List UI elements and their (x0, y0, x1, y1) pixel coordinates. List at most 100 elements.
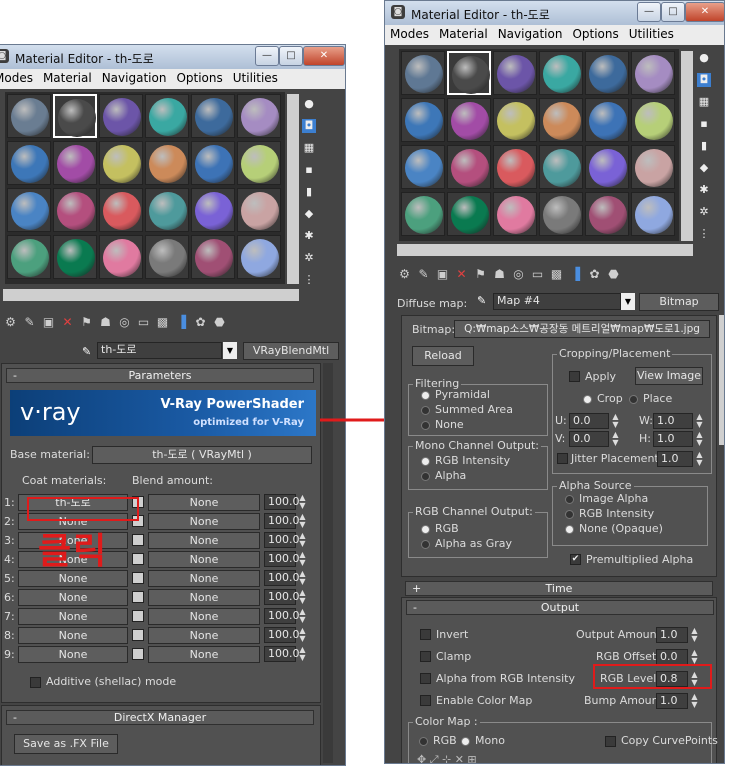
crop-radio[interactable] (583, 395, 592, 404)
blend-amount-spinner[interactable]: ▲ ▼ (298, 589, 307, 605)
video-check-icon[interactable]: ▮ (697, 139, 711, 153)
eyedropper-icon[interactable]: ✎ (82, 345, 91, 358)
material-slot[interactable] (237, 141, 281, 185)
invert-checkbox[interactable] (420, 629, 431, 640)
material-slot[interactable] (401, 98, 445, 142)
coat-color-swatch[interactable] (132, 534, 144, 546)
material-slot[interactable] (53, 141, 97, 185)
material-slot[interactable] (539, 145, 583, 189)
v-spinner[interactable]: ▲ ▼ (611, 431, 620, 447)
show-map-icon[interactable]: ▭ (134, 315, 153, 329)
put-to-scene-icon[interactable]: ✎ (20, 315, 39, 329)
blend-amount-spinner[interactable]: ▲ ▼ (298, 627, 307, 643)
color-map-rgb-radio[interactable] (419, 737, 428, 746)
menu-navigation[interactable]: Navigation (97, 69, 172, 87)
alpha_source-radio[interactable] (565, 495, 574, 504)
minimize-button[interactable]: — (255, 46, 279, 66)
coat-color-swatch[interactable] (132, 572, 144, 584)
coat-color-swatch[interactable] (132, 629, 144, 641)
material-slot[interactable] (539, 51, 583, 95)
close-button[interactable]: ✕ (303, 46, 345, 66)
filtering-radio[interactable] (421, 406, 430, 415)
view-image-button[interactable]: View Image (635, 367, 703, 385)
pick-material-icon[interactable]: ⬣ (604, 267, 623, 281)
backlight-icon[interactable]: ◘ (697, 73, 711, 87)
put-to-library-icon[interactable]: ☗ (490, 267, 509, 281)
menu-options[interactable]: Options (171, 69, 227, 87)
eyedropper-icon[interactable]: ✎ (477, 294, 486, 307)
rgb_channel-radio[interactable] (421, 525, 430, 534)
w-spinner[interactable]: ▲ ▼ (695, 413, 704, 429)
material-slot[interactable] (53, 94, 97, 138)
uv-tiling-icon[interactable]: ▪ (697, 117, 711, 131)
material-map-navigator-icon[interactable]: ⋮ (302, 273, 316, 287)
left-slots-vscroll[interactable] (287, 94, 299, 284)
coat-material-button[interactable]: None (18, 608, 128, 625)
background-icon[interactable]: ▦ (302, 141, 316, 155)
blend-map-button[interactable]: None (148, 589, 260, 606)
h-field[interactable]: 1.0 (653, 431, 693, 447)
options-icon[interactable]: ✱ (697, 183, 711, 197)
reload-button[interactable]: Reload (412, 346, 474, 366)
material-slot[interactable] (493, 51, 537, 95)
material-slot[interactable] (7, 141, 51, 185)
backlight-icon[interactable]: ◘ (302, 119, 316, 133)
material-slot[interactable] (447, 51, 491, 95)
coat-material-button[interactable]: None (18, 627, 128, 644)
blend-amount-field[interactable]: 100.0 (264, 513, 300, 529)
put-to-library-icon[interactable]: ☗ (96, 315, 115, 329)
left-slots-hscroll[interactable] (3, 289, 299, 301)
menu-navigation[interactable]: Navigation (493, 25, 568, 43)
blend-amount-field[interactable]: 100.0 (264, 570, 300, 586)
blend-amount-spinner[interactable]: ▲ ▼ (298, 494, 307, 510)
material-slot[interactable] (585, 51, 629, 95)
material-slot[interactable] (539, 98, 583, 142)
go-sibling-icon[interactable]: ✿ (585, 267, 604, 281)
material-effects-icon[interactable]: ◎ (509, 267, 528, 281)
blend-map-button[interactable]: None (148, 513, 260, 530)
coat-color-swatch[interactable] (132, 553, 144, 565)
coat-color-swatch[interactable] (132, 648, 144, 660)
left-material-name-field[interactable]: th-도로 (97, 342, 222, 359)
additive-checkbox[interactable] (30, 677, 41, 688)
material-slot[interactable] (191, 94, 235, 138)
jitter-spinner[interactable]: ▲ ▼ (695, 451, 704, 467)
blend-amount-field[interactable]: 100.0 (264, 532, 300, 548)
time-rollout-header[interactable]: + Time (405, 581, 713, 596)
directx-rollout-header[interactable]: - DirectX Manager (6, 710, 314, 725)
parameters-rollout-header[interactable]: - Parameters (6, 368, 314, 383)
menu-material[interactable]: Material (38, 69, 97, 87)
coat-material-button[interactable]: None (18, 646, 128, 663)
material-slot[interactable] (631, 192, 675, 236)
save-fx-button[interactable]: Save as .FX File (14, 734, 118, 754)
blend-amount-spinner[interactable]: ▲ ▼ (298, 551, 307, 567)
material-slot[interactable] (7, 235, 51, 279)
right-title-bar[interactable]: ◙ Material Editor - th-도로 — □ ✕ (385, 1, 724, 25)
menu-utilities[interactable]: Utilities (228, 69, 283, 87)
material-slot[interactable] (7, 188, 51, 232)
material-slot[interactable] (631, 51, 675, 95)
reset-icon[interactable]: ✕ (452, 267, 471, 281)
material-effects-icon[interactable]: ◎ (115, 315, 134, 329)
material-slot[interactable] (53, 188, 97, 232)
assign-material-icon[interactable]: ▣ (39, 315, 58, 329)
alpha_source-radio[interactable] (565, 525, 574, 534)
enable-color-map-checkbox[interactable] (420, 695, 431, 706)
material-slot[interactable] (191, 188, 235, 232)
blend-amount-spinner[interactable]: ▲ ▼ (298, 513, 307, 529)
material-slot[interactable] (401, 192, 445, 236)
jitter-checkbox[interactable] (557, 453, 568, 464)
color-map-mono-radio[interactable] (461, 737, 470, 746)
make-preview-icon[interactable]: ◆ (697, 161, 711, 175)
material-slot[interactable] (401, 145, 445, 189)
output-amount-spinner[interactable]: ▲ ▼ (690, 627, 699, 643)
material-slot[interactable] (631, 98, 675, 142)
material-slot[interactable] (191, 235, 235, 279)
material-slot[interactable] (191, 141, 235, 185)
uv-tiling-icon[interactable]: ▪ (302, 163, 316, 177)
bump-amount-field[interactable]: 1.0 (656, 693, 688, 709)
reset-icon[interactable]: ✕ (58, 315, 77, 329)
make-unique-icon[interactable]: ⚑ (77, 315, 96, 329)
get-material-icon[interactable]: ⚙ (395, 267, 414, 281)
menu-modes[interactable]: Modes (0, 69, 38, 87)
